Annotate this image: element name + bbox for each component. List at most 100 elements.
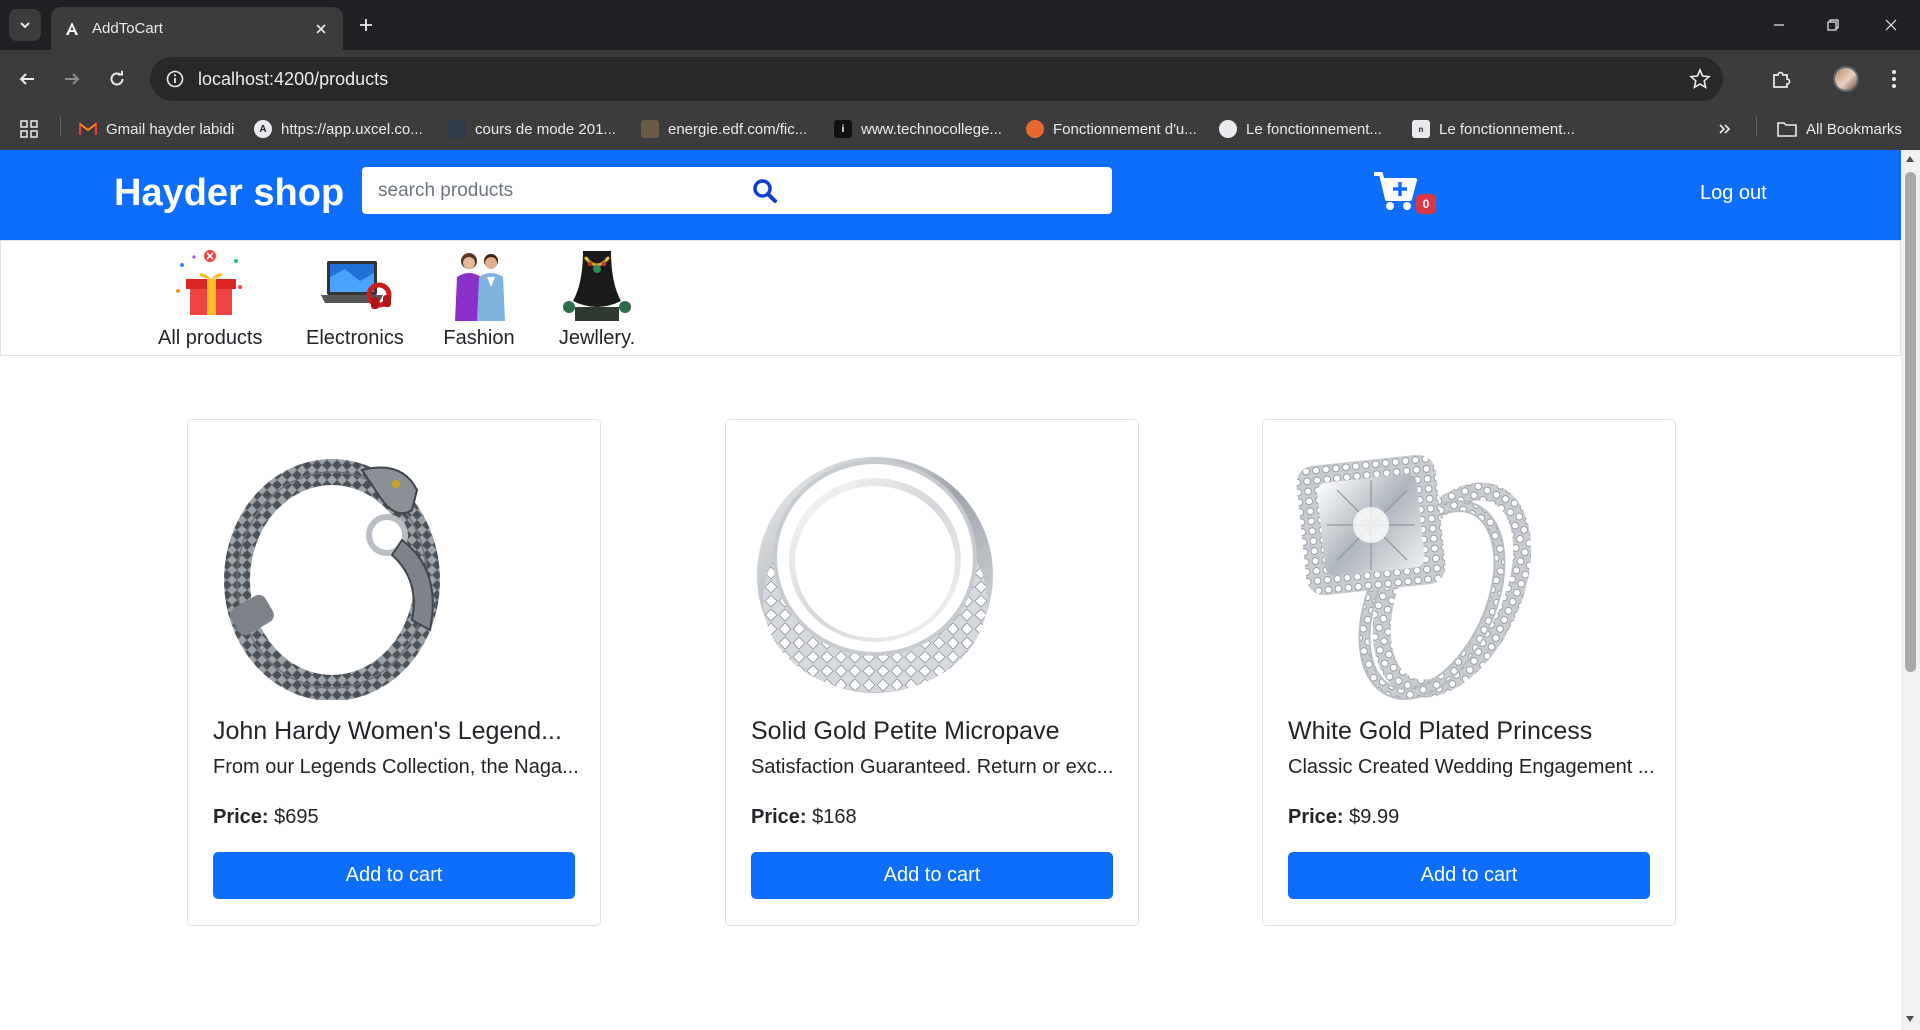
plus-icon [360,19,372,31]
gift-icon [170,247,250,321]
category-fashion[interactable]: Fashion [439,247,519,350]
brand-logo[interactable]: Hayder shop [114,172,344,215]
engagement-ring-image[interactable] [1287,440,1543,700]
uxcel-icon: A [254,120,272,138]
back-button[interactable] [10,62,44,96]
gmail-icon [79,120,97,138]
product-price: Price: $695 [213,806,319,828]
category-label: Fashion [443,327,515,349]
all-bookmarks-button[interactable]: All Bookmarks [1777,116,1902,142]
ring-image[interactable] [750,440,1006,700]
add-to-cart-button[interactable]: Add to cart [213,852,575,899]
restore-button[interactable] [1804,0,1862,50]
product-price: Price: $9.99 [1288,806,1400,828]
apps-button[interactable] [20,116,38,142]
cart-button[interactable]: 0 [1372,170,1442,220]
scroll-up-arrow-icon[interactable] [1906,156,1914,162]
extensions-button[interactable] [1764,62,1798,96]
bookmark-item[interactable]: i www.technocollege... [834,116,1002,142]
logout-link[interactable]: Log out [1700,182,1767,205]
tab-search-button[interactable] [9,9,41,41]
product-card: White Gold Plated Princess Classic Creat… [1262,419,1676,926]
bookmark-item[interactable]: n Le fonctionnement... [1412,116,1575,142]
bookmarks-divider [60,116,61,136]
bookmark-item[interactable]: Gmail hayder labidi [79,116,234,142]
category-electronics[interactable]: Electronics [306,247,404,350]
back-arrow-icon [19,73,34,85]
close-icon [1885,19,1897,31]
product-price: Price: $168 [751,806,857,828]
product-title[interactable]: John Hardy Women's Legend... [213,717,562,746]
product-card: Solid Gold Petite Micropave Satisfaction… [725,419,1139,926]
scrollbar-thumb[interactable] [1905,172,1916,672]
product-description: Classic Created Wedding Engagement ... [1288,756,1655,778]
new-tab-button[interactable] [353,12,379,38]
url-text[interactable]: localhost:4200/products [198,69,388,90]
category-all-products[interactable]: All products [158,247,263,350]
puzzle-icon [1773,71,1791,88]
bookmarks-divider [1756,116,1757,136]
site-info-icon[interactable] [166,70,184,88]
close-tab-icon[interactable] [311,19,331,39]
bookmark-item[interactable]: energie.edf.com/fic... [641,116,807,142]
laptop-icon [315,247,395,321]
page-scrollbar[interactable] [1901,150,1920,1030]
reload-icon [110,70,124,86]
address-bar[interactable]: localhost:4200/products [150,57,1723,101]
search-button[interactable] [750,176,780,206]
close-window-button[interactable] [1862,0,1920,50]
search-input[interactable] [362,167,1112,214]
browser-tab[interactable]: AddToCart [51,7,343,50]
category-label: Electronics [306,327,404,349]
search-box [362,167,1112,214]
technocollege-icon: i [834,120,852,138]
category-bar: All products Electronics Fashion Jewller… [0,240,1901,356]
site-header: Hayder shop 0 Log out [0,150,1901,240]
restore-icon [1827,19,1839,31]
scroll-down-arrow-icon[interactable] [1906,1016,1914,1022]
bookmark-item[interactable]: cours de mode 201... [448,116,616,142]
bracelet-image[interactable] [212,440,468,701]
site-icon: n [1412,120,1430,138]
add-to-cart-button[interactable]: Add to cart [751,852,1113,899]
kebab-menu-icon [1892,70,1896,88]
product-title[interactable]: White Gold Plated Princess [1288,717,1592,746]
site-icon [1219,120,1237,138]
bookmark-item[interactable]: A https://app.uxcel.co... [254,116,423,142]
apps-grid-icon [20,120,38,138]
fashion-icon [439,247,519,321]
add-to-cart-button[interactable]: Add to cart [1288,852,1650,899]
product-description: From our Legends Collection, the Naga... [213,756,579,778]
bookmark-star-icon[interactable] [1689,68,1711,90]
product-card: John Hardy Women's Legend... From our Le… [187,419,601,926]
more-bookmarks-button[interactable] [1718,116,1732,142]
profile-button[interactable] [1829,62,1863,96]
browser-menu-button[interactable] [1877,62,1911,96]
reload-button[interactable] [100,62,134,96]
double-chevron-right-icon [1719,124,1731,134]
minimize-button[interactable] [1750,0,1808,50]
browser-toolbar: localhost:4200/products [0,50,1920,108]
search-icon [753,179,777,203]
product-description: Satisfaction Guaranteed. Return or exc..… [751,756,1114,778]
cart-count-badge: 0 [1416,194,1436,214]
product-title[interactable]: Solid Gold Petite Micropave [751,717,1059,746]
forward-button[interactable] [55,62,89,96]
site-icon [448,120,466,138]
category-label: All products [158,327,263,349]
browser-tabstrip: AddToCart [0,0,1920,50]
angular-icon [63,20,81,38]
tab-title: AddToCart [92,20,163,37]
minimize-icon [1774,24,1784,26]
category-jewellery[interactable]: Jewllery. [557,247,637,350]
bookmark-item[interactable]: Le fonctionnement... [1219,116,1382,142]
chevron-down-icon [20,22,30,29]
category-label: Jewllery. [558,327,636,349]
necklace-icon [557,247,637,321]
cart-plus-icon [1374,172,1417,210]
page-viewport: Hayder shop 0 Log out [0,150,1901,1030]
bookmark-item[interactable]: Fonctionnement d'u... [1026,116,1197,142]
forward-arrow-icon [65,73,80,85]
avatar [1833,66,1859,92]
edf-icon [641,120,659,138]
